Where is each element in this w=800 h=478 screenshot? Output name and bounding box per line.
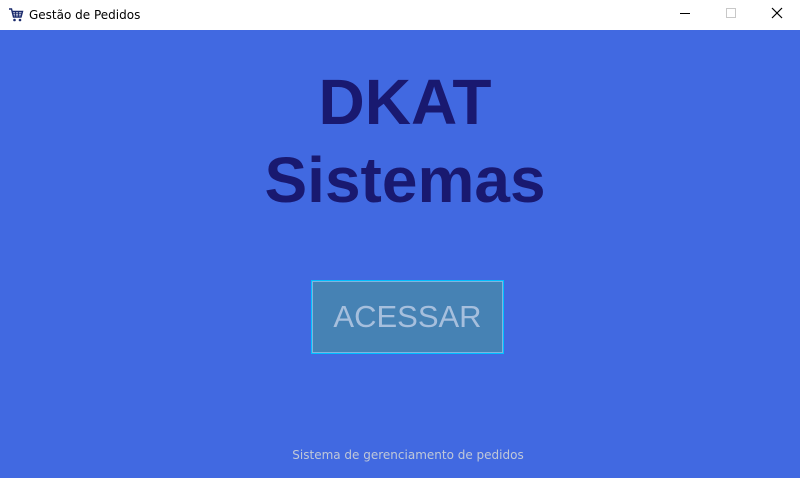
- main-panel: DKAT Sistemas ACESSAR Sistema de gerenci…: [0, 30, 800, 478]
- close-icon: [771, 6, 783, 24]
- title-bar[interactable]: Gestão de Pedidos: [0, 0, 800, 30]
- shopping-cart-icon: [8, 7, 24, 23]
- footer-caption: Sistema de gerenciamento de pedidos: [292, 448, 524, 462]
- window-title: Gestão de Pedidos: [29, 8, 141, 22]
- minimize-button[interactable]: [662, 0, 708, 30]
- brand-title-line1: DKAT: [318, 66, 492, 138]
- minimize-icon: [679, 6, 691, 24]
- access-button[interactable]: ACESSAR: [311, 280, 504, 354]
- brand-title-line2: Sistemas: [264, 144, 546, 216]
- maximize-button[interactable]: [708, 0, 754, 30]
- maximize-icon: [725, 6, 737, 24]
- close-button[interactable]: [754, 0, 800, 30]
- app-window: Gestão de Pedidos DKAT Sistemas ACESSAR …: [0, 0, 800, 478]
